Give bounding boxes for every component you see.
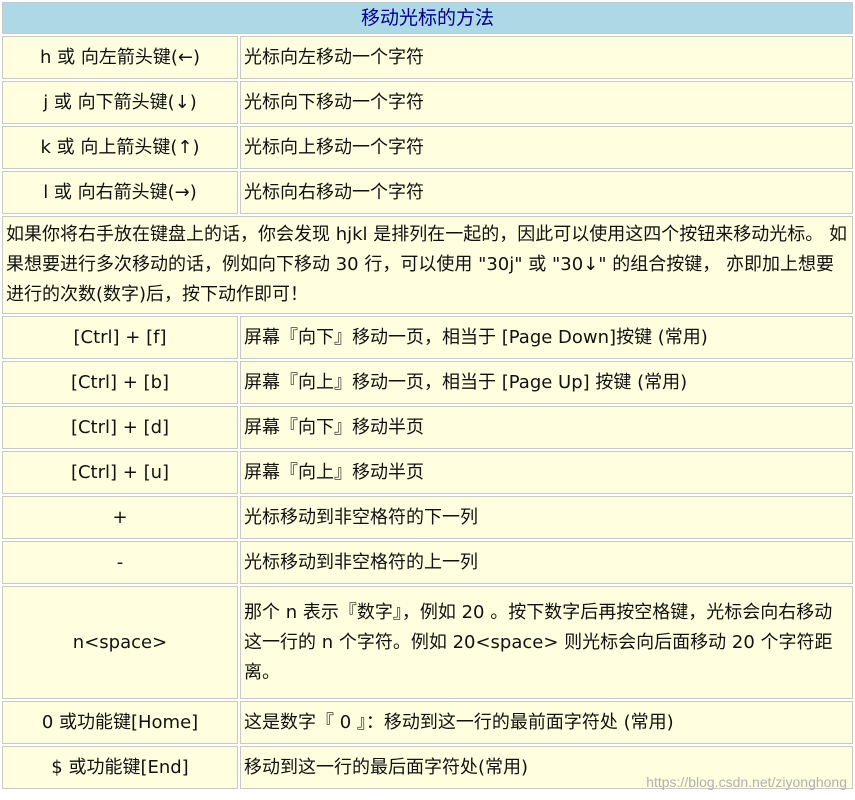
description-cell: 屏幕『向上』移动一页，相当于 [Page Up] 按键 (常用) <box>240 361 853 404</box>
description-cell: 光标移动到非空格符的下一列 <box>240 496 853 539</box>
table-row: [Ctrl] + [u] 屏幕『向上』移动半页 <box>2 451 853 494</box>
key-cell: [Ctrl] + [d] <box>2 406 238 449</box>
key-cell: [Ctrl] + [b] <box>2 361 238 404</box>
key-cell: l 或 向右箭头键(→) <box>2 171 238 214</box>
description-cell: 光标移动到非空格符的上一列 <box>240 541 853 584</box>
description-cell: 光标向下移动一个字符 <box>240 81 853 124</box>
description-cell: 屏幕『向上』移动半页 <box>240 451 853 494</box>
key-cell: - <box>2 541 238 584</box>
description-cell: 这是数字『 0 』：移动到这一行的最前面字符处 (常用) <box>240 701 853 744</box>
key-cell: [Ctrl] + [u] <box>2 451 238 494</box>
table-row: j 或 向下箭头键(↓) 光标向下移动一个字符 <box>2 81 853 124</box>
watermark-text: https://blog.csdn.net/ziyonghong <box>646 774 847 790</box>
description-cell: 屏幕『向下』移动一页，相当于 [Page Down]按键 (常用) <box>240 316 853 359</box>
table-row: [Ctrl] + [f] 屏幕『向下』移动一页，相当于 [Page Down]按… <box>2 316 853 359</box>
table-row: h 或 向左箭头键(←) 光标向左移动一个字符 <box>2 36 853 79</box>
table-title-row: 移动光标的方法 <box>2 2 853 34</box>
table-title: 移动光标的方法 <box>2 2 853 34</box>
hjkl-note: 如果你将右手放在键盘上的话，你会发现 hjkl 是排列在一起的，因此可以使用这四… <box>2 216 853 314</box>
table-row: k 或 向上箭头键(↑) 光标向上移动一个字符 <box>2 126 853 169</box>
key-cell: k 或 向上箭头键(↑) <box>2 126 238 169</box>
description-cell: 屏幕『向下』移动半页 <box>240 406 853 449</box>
cursor-movement-table: 移动光标的方法 h 或 向左箭头键(←) 光标向左移动一个字符 j 或 向下箭头… <box>0 0 855 791</box>
table-row: 0 或功能键[Home] 这是数字『 0 』：移动到这一行的最前面字符处 (常用… <box>2 701 853 744</box>
table-row: l 或 向右箭头键(→) 光标向右移动一个字符 <box>2 171 853 214</box>
key-cell: $ 或功能键[End] <box>2 746 238 789</box>
table-row: [Ctrl] + [b] 屏幕『向上』移动一页，相当于 [Page Up] 按键… <box>2 361 853 404</box>
key-cell: 0 或功能键[Home] <box>2 701 238 744</box>
description-cell: 那个 n 表示『数字』，例如 20 。按下数字后再按空格键，光标会向右移动这一行… <box>240 586 853 699</box>
key-cell: h 或 向左箭头键(←) <box>2 36 238 79</box>
key-cell: [Ctrl] + [f] <box>2 316 238 359</box>
description-cell: 光标向上移动一个字符 <box>240 126 853 169</box>
table-row: - 光标移动到非空格符的上一列 <box>2 541 853 584</box>
key-cell: j 或 向下箭头键(↓) <box>2 81 238 124</box>
key-cell: n<space> <box>2 586 238 699</box>
table-row: n<space> 那个 n 表示『数字』，例如 20 。按下数字后再按空格键，光… <box>2 586 853 699</box>
description-cell: 光标向右移动一个字符 <box>240 171 853 214</box>
table-row: + 光标移动到非空格符的下一列 <box>2 496 853 539</box>
key-cell: + <box>2 496 238 539</box>
note-row: 如果你将右手放在键盘上的话，你会发现 hjkl 是排列在一起的，因此可以使用这四… <box>2 216 853 314</box>
description-cell: 光标向左移动一个字符 <box>240 36 853 79</box>
table-row: [Ctrl] + [d] 屏幕『向下』移动半页 <box>2 406 853 449</box>
